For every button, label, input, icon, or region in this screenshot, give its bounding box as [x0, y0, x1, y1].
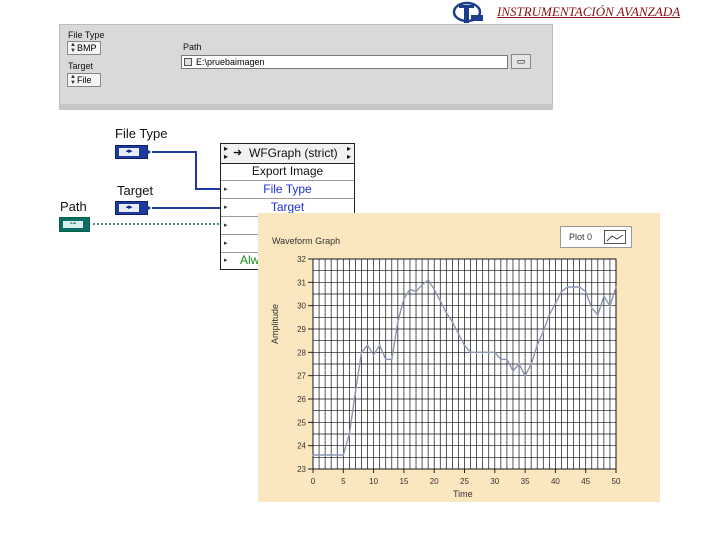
reference-terminal-icon: ▸ ▸ — [224, 144, 229, 161]
node-row-file-type[interactable]: ▸ File Type — [221, 181, 354, 199]
x-tick-label: 40 — [551, 477, 560, 486]
plot-0-point — [384, 358, 387, 361]
plot-0-point — [396, 321, 399, 323]
plot-0-point — [433, 288, 436, 291]
plot-0-point — [366, 344, 369, 347]
plot-0-point — [499, 358, 502, 361]
plot-0-point — [609, 304, 611, 307]
plot-0-point — [584, 290, 587, 293]
plot-0-point — [487, 351, 490, 354]
plot-0-point — [312, 454, 314, 456]
target-constant[interactable]: ◂▸ — [115, 201, 151, 215]
enum-arrows-icon: ◂▸ — [119, 204, 139, 212]
plot-0-point — [330, 454, 333, 456]
bd-target-label: Target — [117, 183, 154, 198]
plot-0-point — [463, 344, 466, 347]
x-tick-label: 10 — [369, 477, 378, 486]
arrow-icon: ➜ — [233, 147, 243, 159]
plot-0-point — [403, 297, 405, 300]
plot-0-point — [615, 286, 617, 288]
plot-0-point — [518, 363, 520, 365]
plot-0-point — [560, 290, 563, 293]
plot-0-point — [578, 286, 581, 288]
plot-0-point — [342, 454, 345, 456]
bd-path-label: Path — [60, 199, 87, 214]
plot-0-point — [360, 351, 363, 354]
plot-0-point — [469, 351, 472, 354]
y-tick-label: 32 — [297, 255, 306, 264]
plot-0-point — [548, 314, 551, 316]
path-icon: ⊶ — [63, 221, 83, 228]
plot-0-point — [530, 363, 533, 365]
plot-0-point — [415, 290, 417, 293]
plot-0-point — [566, 286, 569, 288]
plot-0-point — [602, 295, 605, 298]
plot-0-point — [390, 358, 393, 361]
plot-0-point — [590, 307, 593, 309]
plot-0-point — [439, 300, 442, 302]
plot-0-point — [427, 279, 430, 281]
enum-arrows-icon: ◂▸ — [119, 148, 139, 156]
y-tick-label: 30 — [297, 302, 306, 311]
waveform-plot[interactable]: 23 24 25 26 27 28 29 30 31 32 0 5 10 15 20 25 30 35 40 45 50 — [258, 213, 660, 502]
error-terminal-icon: ▸ ▸ — [346, 144, 351, 161]
plot-0-point — [372, 353, 375, 356]
bd-file-type-label: File Type — [115, 126, 168, 141]
plot-0-point — [493, 351, 496, 354]
plot-0-point — [481, 351, 484, 354]
node-title: WFGraph (strict) — [249, 146, 338, 160]
plot-0-point — [536, 344, 539, 347]
y-tick-label: 26 — [297, 395, 306, 404]
x-tick-label: 25 — [460, 477, 469, 486]
y-tick-label: 24 — [297, 442, 306, 451]
y-tick-label: 27 — [297, 372, 306, 381]
x-tick-label: 20 — [430, 477, 439, 486]
x-tick-label: 15 — [399, 477, 408, 486]
x-tick-label: 45 — [581, 477, 590, 486]
x-tick-label: 50 — [612, 477, 621, 486]
plot-0-point — [506, 358, 508, 361]
x-tick-label: 30 — [490, 477, 499, 486]
x-tick-label: 0 — [311, 477, 316, 486]
x-tick-label: 5 — [341, 477, 346, 486]
x-tick-label: 35 — [521, 477, 530, 486]
plot-0-point — [475, 351, 478, 354]
y-tick-label: 29 — [297, 325, 306, 334]
plot-0-point — [348, 433, 351, 435]
plot-0-point — [554, 302, 557, 305]
y-tick-label: 23 — [297, 465, 306, 474]
y-tick-label: 25 — [297, 418, 306, 427]
plot-0-point — [524, 374, 526, 377]
plot-0-point — [451, 321, 454, 323]
file-type-constant[interactable]: ◂▸ — [115, 145, 151, 159]
plot-0-point — [409, 288, 411, 291]
plot-0-point — [354, 391, 357, 393]
plot-0-point — [512, 370, 514, 372]
plot-0-point — [457, 332, 460, 335]
y-tick-label: 31 — [297, 278, 306, 287]
plot-0-point — [421, 283, 423, 286]
plot-0-point — [596, 314, 599, 316]
y-tick-label: 28 — [297, 348, 306, 357]
node-header: ▸ ▸ ➜ WFGraph (strict) ▸ ▸ — [221, 144, 354, 164]
node-row-method: Export Image — [221, 163, 354, 181]
plot-0-point — [542, 330, 545, 333]
plot-0-point — [445, 311, 448, 314]
plot-0-point — [378, 344, 381, 347]
path-control-terminal[interactable]: ⊶ — [59, 217, 90, 232]
plot-0-point — [572, 286, 575, 288]
